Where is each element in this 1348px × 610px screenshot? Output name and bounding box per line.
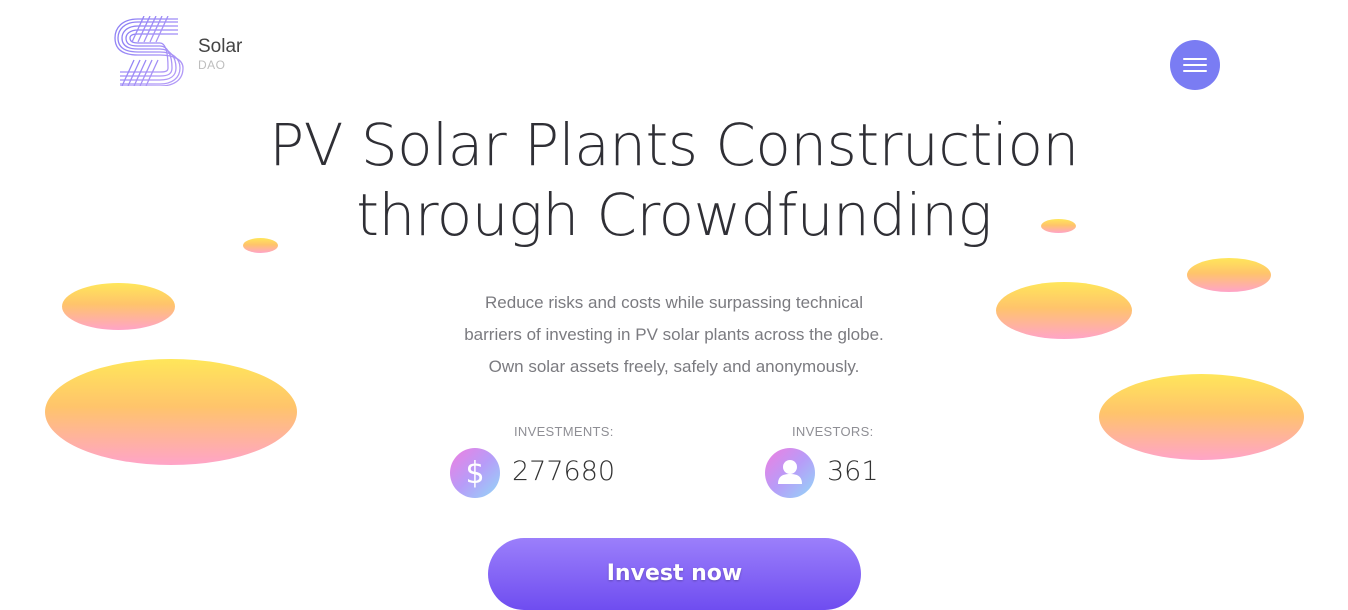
hero-title-line: through Crowdfunding [356,181,992,249]
user-icon [765,448,815,498]
dollar-icon: $ [450,448,500,498]
hero-subtitle-line: Reduce risks and costs while surpassing … [485,293,863,312]
stat-label: INVESTORS: [792,424,874,439]
hero-title: PV Solar Plants Construction through Cro… [0,110,1348,250]
stat-value: 277680 [512,456,616,487]
hero-subtitle: Reduce risks and costs while surpassing … [0,287,1348,383]
solar-s-logo-icon [114,16,184,86]
stat-label: INVESTMENTS: [514,424,614,439]
stat-value: 361 [827,456,879,487]
invest-now-button[interactable]: Invest now [488,538,861,610]
menu-button[interactable] [1170,40,1220,90]
svg-text:$: $ [465,456,484,491]
brand-subname: DAO [198,58,226,72]
decor-blob [1099,374,1304,460]
hero-subtitle-line: Own solar assets freely, safely and anon… [488,357,860,376]
hero-subtitle-line: barriers of investing in PV solar plants… [464,325,884,344]
hero-title-line: PV Solar Plants Construction [269,111,1079,179]
brand-name: Solar [198,36,243,57]
brand-logo[interactable]: Solar DAO [114,16,254,88]
